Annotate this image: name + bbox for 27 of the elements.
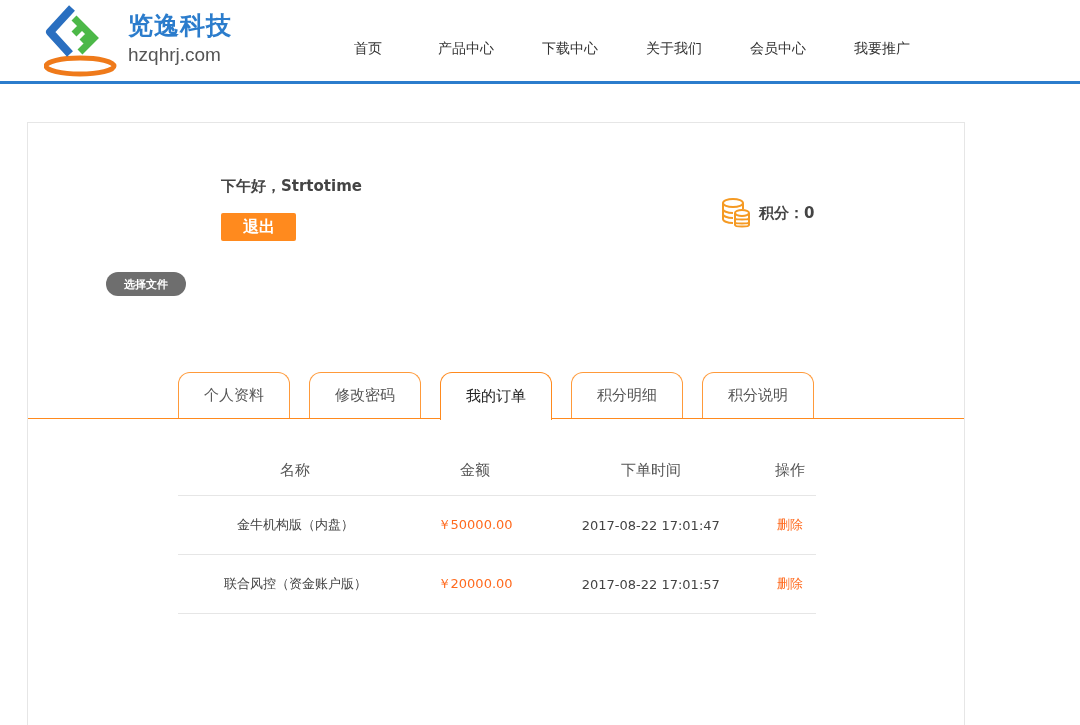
tab[interactable]: 积分说明 xyxy=(702,372,814,418)
choose-file-button[interactable]: 选择文件 xyxy=(106,272,186,296)
nav-link[interactable]: 我要推广 xyxy=(830,39,934,58)
tab[interactable]: 我的订单 xyxy=(440,372,552,420)
nav-link[interactable]: 下载中心 xyxy=(518,39,622,58)
brand-domain: hzqhrj.com xyxy=(128,44,222,66)
column-header: 下单时间 xyxy=(537,445,765,496)
tab[interactable]: 积分明细 xyxy=(571,372,683,418)
table-cell: 联合风控（资金账户版） xyxy=(178,554,413,614)
table-cell: 2017-08-22 17:01:57 xyxy=(537,554,765,614)
nav-link[interactable]: 产品中心 xyxy=(414,39,518,58)
column-header: 名称 xyxy=(178,445,413,496)
nav-link[interactable]: 会员中心 xyxy=(726,39,830,58)
brand-name: 览逸科技 xyxy=(128,10,232,42)
tab[interactable]: 个人资料 xyxy=(178,372,290,418)
nav-link[interactable]: 首页 xyxy=(354,39,414,58)
table-cell: 金牛机构版（内盘） xyxy=(178,495,413,555)
table-cell: ￥20000.00 xyxy=(412,554,538,614)
nav-link[interactable]: 关于我们 xyxy=(622,39,726,58)
table-cell: 2017-08-22 17:01:47 xyxy=(537,495,765,555)
tab[interactable]: 修改密码 xyxy=(309,372,421,418)
greeting-text: 下午好，Strtotime xyxy=(221,177,362,196)
points-text: 积分：0 xyxy=(759,203,815,223)
column-header: 金额 xyxy=(412,445,538,496)
column-header: 操作 xyxy=(764,445,816,496)
table-cell: ￥50000.00 xyxy=(412,495,538,555)
coins-icon xyxy=(721,197,751,229)
